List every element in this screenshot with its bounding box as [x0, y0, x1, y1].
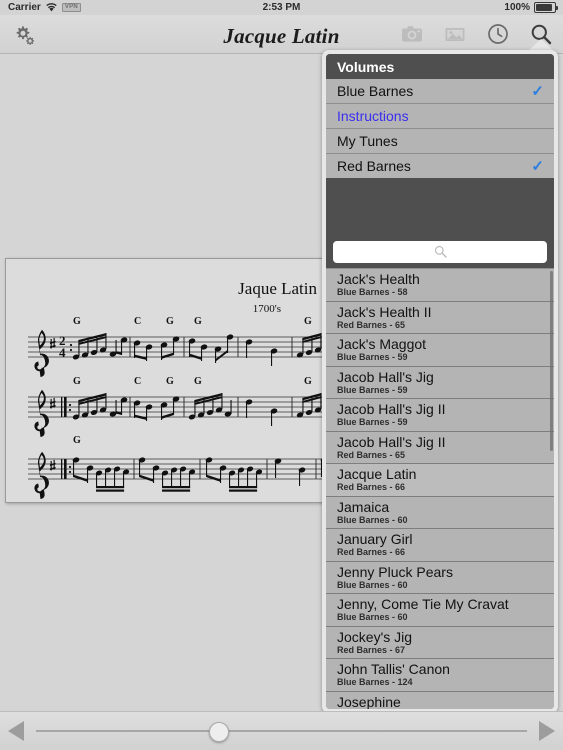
- list-item[interactable]: Jockey's Jig Red Barnes - 67: [326, 626, 554, 659]
- tune-meta: Red Barnes - 66: [337, 547, 406, 557]
- tune-meta: Blue Barnes - 58: [337, 287, 408, 297]
- battery-icon: [534, 2, 558, 13]
- tune-name: Jacque Latin: [337, 466, 417, 482]
- clock-icon[interactable]: [486, 22, 510, 46]
- volume-item-my-tunes[interactable]: My Tunes: [326, 129, 554, 154]
- music-sheet-panel[interactable]: Jaque Latin 1700's 2 4 G C G G G G C G G…: [5, 258, 332, 503]
- app-screen: Carrier VPN 2:53 PM 100% Jacque Latin Ja…: [0, 0, 563, 750]
- list-item[interactable]: Jenny Pluck Pears Blue Barnes - 60: [326, 561, 554, 594]
- volume-item-blue-barnes[interactable]: Blue Barnes ✓: [326, 79, 554, 104]
- list-item[interactable]: John Tallis' Canon Blue Barnes - 124: [326, 659, 554, 692]
- battery-percent-label: 100%: [504, 2, 530, 13]
- search-input[interactable]: [333, 240, 547, 263]
- svg-text:G: G: [194, 316, 202, 327]
- list-item[interactable]: Josephine: [326, 691, 554, 710]
- svg-text:G: G: [166, 316, 174, 327]
- tune-meta: Blue Barnes - 60: [337, 514, 408, 525]
- popover-empty-area: [326, 178, 554, 235]
- list-item[interactable]: Jack's Health Blue Barnes - 58: [326, 269, 554, 302]
- list-item[interactable]: Jacob Hall's Jig II Blue Barnes - 59: [326, 399, 554, 432]
- tune-meta: Blue Barnes - 60: [337, 579, 408, 590]
- checkmark-icon: ✓: [531, 82, 544, 100]
- tune-name: John Tallis' Canon: [337, 661, 450, 677]
- status-bar-right: 100%: [504, 2, 558, 13]
- volume-item-instructions[interactable]: Instructions: [326, 104, 554, 129]
- svg-text:G: G: [304, 316, 312, 327]
- triangle-left-icon[interactable]: [8, 721, 24, 741]
- tune-name: Jamaica: [337, 498, 390, 515]
- svg-text:G: G: [73, 376, 81, 387]
- slider-thumb[interactable]: [208, 722, 229, 742]
- list-item[interactable]: Jamaica Blue Barnes - 60: [326, 496, 554, 529]
- camera-icon[interactable]: [400, 22, 424, 46]
- list-item[interactable]: Jenny, Come Tie My Cravat Blue Barnes - …: [326, 594, 554, 627]
- volumes-popover: Volumes Blue Barnes ✓ Instructions My Tu…: [322, 39, 558, 713]
- tune-meta: Red Barnes - 65: [337, 319, 406, 330]
- list-item-selected[interactable]: Jacque Latin Red Barnes - 66: [326, 464, 554, 497]
- checkmark-icon: ✓: [531, 157, 544, 175]
- tune-name: Jack's Health: [337, 271, 420, 287]
- list-item[interactable]: January Girl Red Barnes - 66: [326, 529, 554, 562]
- bottom-toolbar: [0, 711, 563, 750]
- tune-name: Jacob Hall's Jig: [337, 368, 434, 385]
- tune-name: Jack's Health II: [337, 303, 432, 320]
- music-notation: 2 4 G C G G G G C G G G G: [28, 316, 331, 499]
- list-scrollbar[interactable]: [550, 271, 553, 451]
- volume-label: Red Barnes: [337, 158, 411, 174]
- tune-meta: Blue Barnes - 124: [337, 677, 413, 687]
- svg-text:G: G: [166, 376, 174, 387]
- volume-label: My Tunes: [337, 133, 398, 149]
- list-item[interactable]: Jacob Hall's Jig II Red Barnes - 65: [326, 431, 554, 464]
- search-bar-container: [326, 235, 554, 268]
- volume-label: Instructions: [337, 108, 409, 124]
- volume-label: Blue Barnes: [337, 83, 414, 99]
- volumes-header: Volumes: [326, 54, 554, 79]
- triangle-right-icon[interactable]: [539, 721, 555, 741]
- volumes-list: Blue Barnes ✓ Instructions My Tunes Red …: [326, 79, 554, 178]
- volume-item-red-barnes[interactable]: Red Barnes ✓: [326, 154, 554, 178]
- svg-text:G: G: [73, 316, 81, 327]
- popover-frame: Volumes Blue Barnes ✓ Instructions My Tu…: [322, 50, 558, 713]
- list-item[interactable]: Jack's Health II Red Barnes - 65: [326, 301, 554, 334]
- tune-name: Jack's Maggot: [337, 336, 427, 352]
- tune-name: Jacob Hall's Jig II: [337, 401, 446, 417]
- tune-meta: Blue Barnes - 59: [337, 384, 408, 395]
- status-bar: Carrier VPN 2:53 PM 100%: [0, 0, 563, 15]
- navigation-bar: Jacque Latin: [0, 15, 563, 54]
- tune-meta: Blue Barnes - 60: [337, 612, 408, 622]
- svg-text:G: G: [73, 435, 81, 446]
- popover-content: Volumes Blue Barnes ✓ Instructions My Tu…: [326, 54, 554, 709]
- tune-meta: Red Barnes - 65: [337, 449, 406, 460]
- list-item[interactable]: Jack's Maggot Blue Barnes - 59: [326, 334, 554, 367]
- tunes-list[interactable]: Jack's Health Blue Barnes - 58 Jack's He…: [326, 268, 554, 709]
- page-slider[interactable]: [36, 722, 527, 742]
- tune-meta: Red Barnes - 67: [337, 644, 406, 655]
- tune-name: Jacob Hall's Jig II: [337, 433, 446, 450]
- tune-meta: Blue Barnes - 59: [337, 352, 408, 362]
- svg-text:4: 4: [59, 345, 66, 360]
- list-item[interactable]: Jacob Hall's Jig Blue Barnes - 59: [326, 366, 554, 399]
- tune-meta: Blue Barnes - 59: [337, 417, 408, 427]
- tune-name: Jenny Pluck Pears: [337, 563, 453, 580]
- tune-name: January Girl: [337, 531, 413, 547]
- tune-name: Josephine: [337, 693, 401, 710]
- svg-text:C: C: [134, 316, 141, 327]
- tune-name: Jockey's Jig: [337, 628, 413, 645]
- tune-meta: Red Barnes - 66: [337, 482, 406, 492]
- svg-text:C: C: [134, 376, 141, 387]
- photo-library-icon[interactable]: [443, 22, 467, 46]
- search-field[interactable]: [333, 240, 547, 263]
- tune-name: Jenny, Come Tie My Cravat: [337, 596, 509, 612]
- svg-text:G: G: [194, 376, 202, 387]
- status-bar-clock: 2:53 PM: [262, 2, 301, 13]
- svg-text:G: G: [304, 376, 312, 387]
